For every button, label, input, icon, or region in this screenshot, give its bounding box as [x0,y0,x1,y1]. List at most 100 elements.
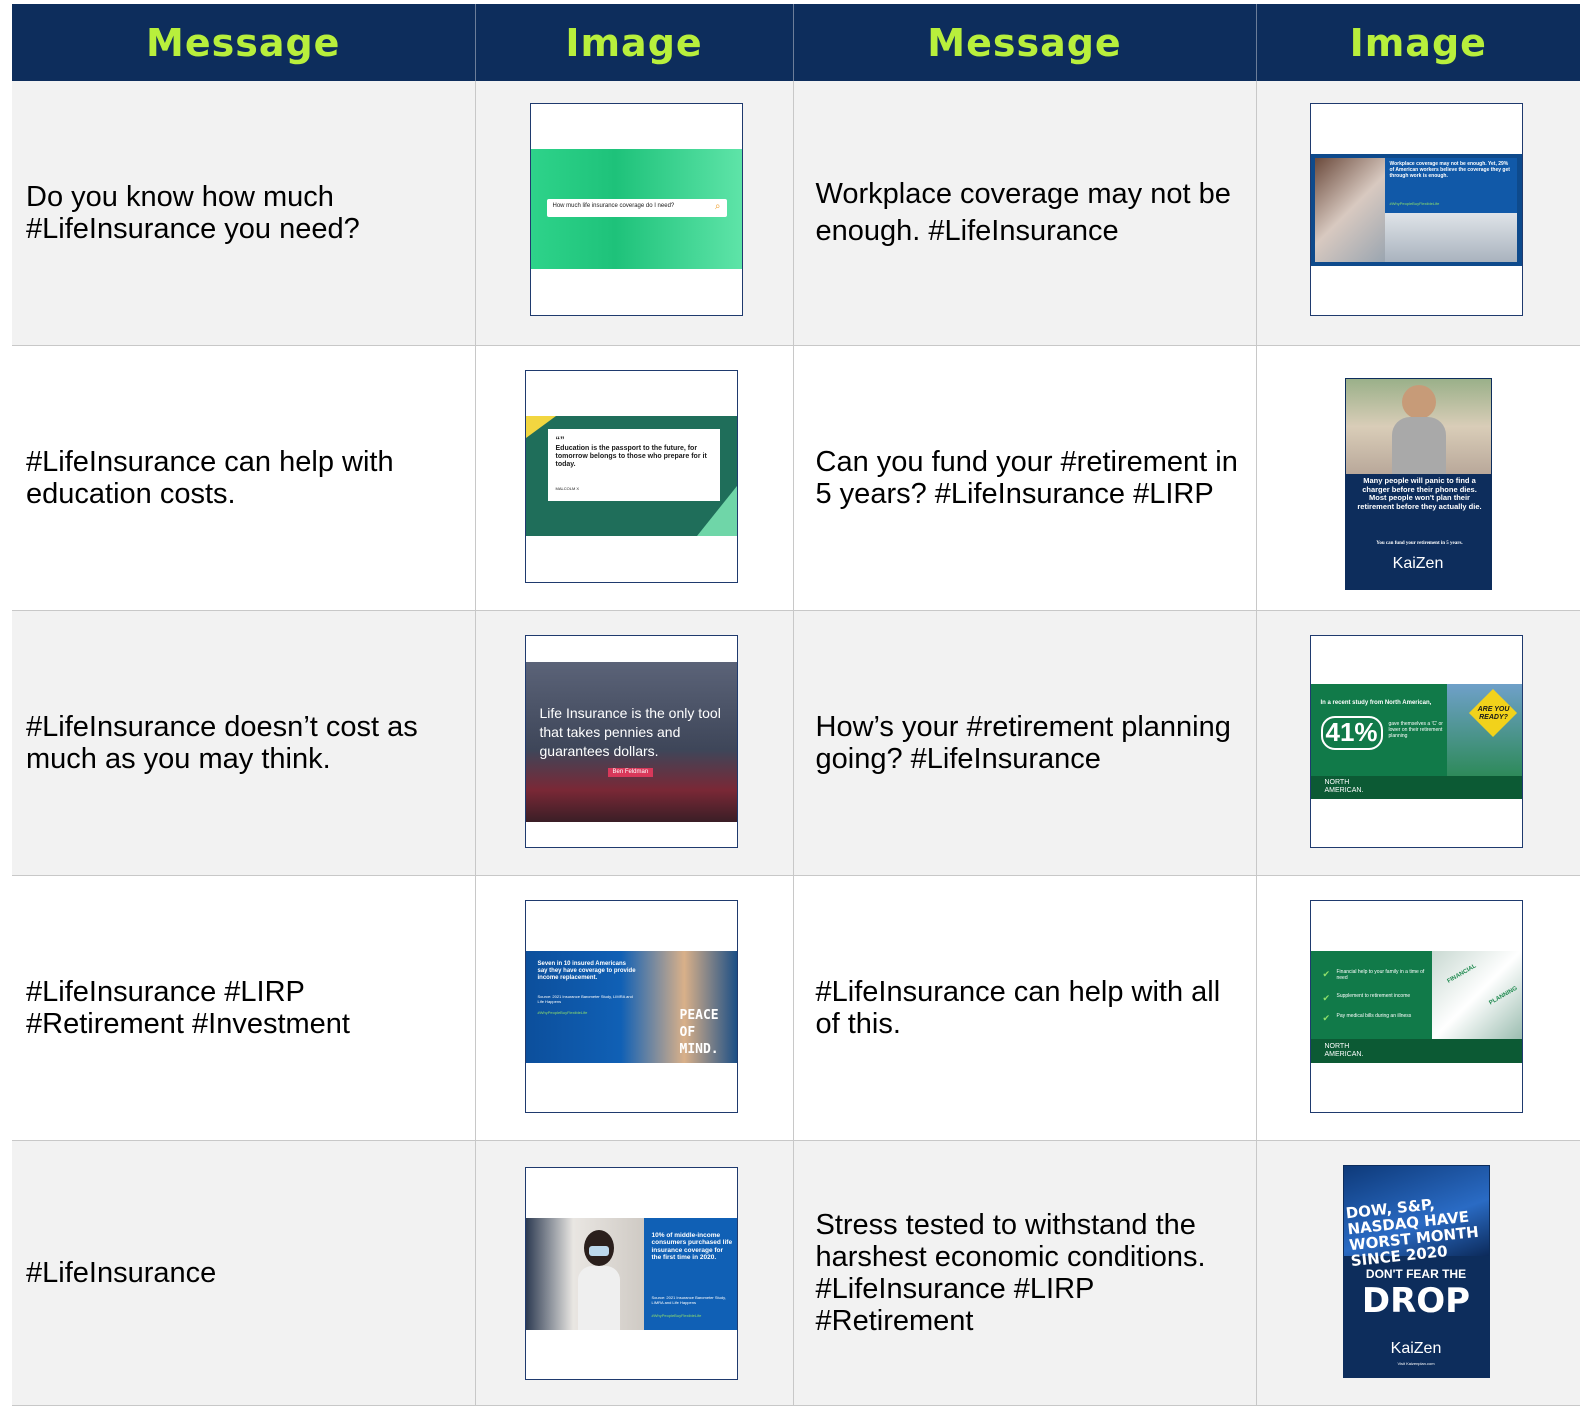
kaizen-logo: KaiZen [1392,555,1444,572]
band-tag: #WhyPeopleBuyFlexibleLife [651,1313,702,1318]
mask-shape [588,1246,609,1256]
band-text: 10% of middle-income consumers purchased… [651,1232,733,1262]
image-cell: Seven in 10 insured Americans say they h… [475,875,794,1141]
message-cell: #LifeInsurance #LIRP #Retirement #Invest… [12,875,476,1141]
header-message-2: Message [793,4,1257,81]
study-detail: gave themselves a 'C' or lower on their … [1388,721,1443,739]
table-row: #LifeInsurance #LIRP #Retirement #Invest… [12,875,1580,1141]
image-cell: How much life insurance coverage do I ne… [475,81,794,346]
thumbnail-image[interactable]: “” Education is the passport to the futu… [524,370,738,583]
laptop-photo [1314,158,1385,262]
message-cell: Can you fund your #retirement in 5 years… [793,345,1257,611]
kaizen-logo: KaiZen [1390,1340,1442,1357]
mountain-band: Life Insurance is the only tool that tak… [525,662,737,822]
header-row: Message Image Message Image [12,4,1580,81]
list-item: ✔ Pay medical bills during an illness [1323,1013,1443,1033]
poster-url: Visit Kaizenplan.com [1397,1361,1435,1366]
image-cell: “” Education is the passport to the futu… [475,345,794,611]
poster-line-1: DON'T FEAR THE [1365,1267,1467,1281]
message-text: Workplace coverage may not be enough. #L… [815,178,1231,247]
benefit-text: Financial help to your family in a time … [1336,969,1425,981]
band-source: Source: 2021 Insurance Barometer Study, … [537,994,633,1004]
image-cell: Life Insurance is the only tool that tak… [475,610,794,876]
image-cell: Many people will panic to find a charger… [1256,345,1580,611]
header-image-2: Image [1256,4,1580,81]
benefit-list: ✔ Financial help to your family in a tim… [1323,969,1443,1033]
table-row: #LifeInsurance can help with education c… [12,345,1580,611]
panel-tag: #WhyPeopleBuyFlexibleLife [1389,201,1440,206]
thumbnail-image[interactable]: 10% of middle-income consumers purchased… [524,1167,738,1380]
message-cell: #LifeInsurance can help with education c… [12,345,476,611]
search-bar-text: How much life insurance coverage do I ne… [552,203,675,209]
benefit-text: Supplement to retirement income [1336,993,1411,999]
stones-band: Seven in 10 insured Americans say they h… [525,951,737,1063]
search-bar: How much life insurance coverage do I ne… [546,199,727,217]
band-source: Source: 2021 Insurance Barometer Study, … [651,1295,726,1305]
image-cell: 10% of middle-income consumers purchased… [475,1140,794,1406]
thumbnail-image[interactable]: In a recent study from North American, 4… [1309,635,1523,848]
message-text: #LifeInsurance can help with education c… [26,446,394,510]
north-american-logo: NORTH AMERICAN. [1324,779,1364,794]
study-intro: In a recent study from North American, [1320,700,1432,706]
search-icon: ⌕ [714,201,721,212]
poster-line-2: DROP [1361,1281,1471,1321]
message-cell: #LifeInsurance can help with all of this… [793,875,1257,1141]
quote-author: MALCOLM X [555,486,580,491]
check-icon: ✔ [1322,993,1331,1003]
study-percent: 41% [1320,716,1383,750]
message-text: Do you know how much #LifeInsurance you … [26,181,360,245]
band-quote: Life Insurance is the only tool that tak… [539,705,721,759]
message-text: #LifeInsurance can help with all of this… [815,976,1221,1040]
message-cell: #LifeInsurance doesn’t cost as much as y… [12,610,476,876]
quote-card: “” Education is the passport to the futu… [547,429,720,501]
header-image-1: Image [475,4,794,81]
north-american-logo: NORTH AMERICAN. [1324,1043,1364,1058]
sign-text: ARE YOU READY? [1477,706,1510,722]
green-gradient-band: How much life insurance coverage do I ne… [530,149,742,269]
message-cell: Do you know how much #LifeInsurance you … [12,81,476,346]
band-author: Ben Feldman [607,768,654,777]
message-cell: Workplace coverage may not be enough. #L… [793,81,1257,346]
body-shape [577,1266,620,1330]
poster-subtext: You can fund your retirement in 5 years. [1376,541,1463,546]
thumbnail-image[interactable]: Life Insurance is the only tool that tak… [524,635,738,848]
table-row: #LifeInsurance 10% of middle-income cons… [12,1140,1580,1406]
header-message-1: Message [12,4,476,81]
desk-photo [1384,213,1517,262]
face-shape [1401,385,1436,419]
benefit-text: Pay medical bills during an illness [1336,1013,1412,1019]
study-band: In a recent study from North American, 4… [1310,684,1522,799]
puzzle-word-1: FINANCIAL [1445,963,1477,985]
table-row: #LifeInsurance doesn’t cost as much as y… [12,610,1580,876]
woman-phone-photo [1345,379,1491,474]
check-icon: ✔ [1322,1013,1331,1023]
message-image-table: Message Image Message Image Do you know … [12,4,1580,1406]
thumbnail-image[interactable]: How much life insurance coverage do I ne… [529,103,743,316]
thumbnail-image[interactable]: Many people will panic to find a charger… [1344,378,1492,590]
news-headline: DOW, S&P, NASDAQ HAVE WORST MONTH SINCE … [1344,1195,1480,1271]
text-panel: Workplace coverage may not be enough. Ye… [1384,158,1517,213]
woman-mask-photo [525,1218,644,1330]
band-headline: PEACE OF MIND. [679,1008,719,1057]
image-cell: In a recent study from North American, 4… [1256,610,1580,876]
footer-strip: NORTH AMERICAN. [1310,776,1522,799]
check-icon: ✔ [1322,969,1331,979]
quote-text: Education is the passport to the future,… [555,445,707,469]
message-text: #LifeInsurance doesn’t cost as much as y… [26,711,418,775]
thumbnail-image[interactable]: FINANCIAL PLANNING ✔ Financial help to y… [1309,900,1523,1113]
thumbnail-image[interactable]: Workplace coverage may not be enough. Ye… [1309,103,1523,316]
list-item: ✔ Supplement to retirement income [1323,993,1443,1013]
thumbnail-image[interactable]: DOW, S&P, NASDAQ HAVE WORST MONTH SINCE … [1342,1165,1490,1378]
blue-photo-band: Workplace coverage may not be enough. Ye… [1310,154,1522,266]
image-cell: DOW, S&P, NASDAQ HAVE WORST MONTH SINCE … [1256,1140,1580,1406]
news-screen-photo: DOW, S&P, NASDAQ HAVE WORST MONTH SINCE … [1343,1166,1489,1270]
message-text: How’s your #retirement planning going? #… [815,711,1231,775]
thumbnail-image[interactable]: Seven in 10 insured Americans say they h… [524,900,738,1113]
poster-text: Many people will panic to find a charger… [1357,476,1482,511]
body-shape [1391,417,1446,474]
message-text: #LifeInsurance [26,1257,217,1289]
table-row: Do you know how much #LifeInsurance you … [12,81,1580,346]
band-tag: #WhyPeopleBuyFlexibleLife [537,1010,588,1015]
footer-strip: NORTH AMERICAN. [1310,1039,1522,1063]
panel-text: Workplace coverage may not be enough. Ye… [1389,161,1510,179]
